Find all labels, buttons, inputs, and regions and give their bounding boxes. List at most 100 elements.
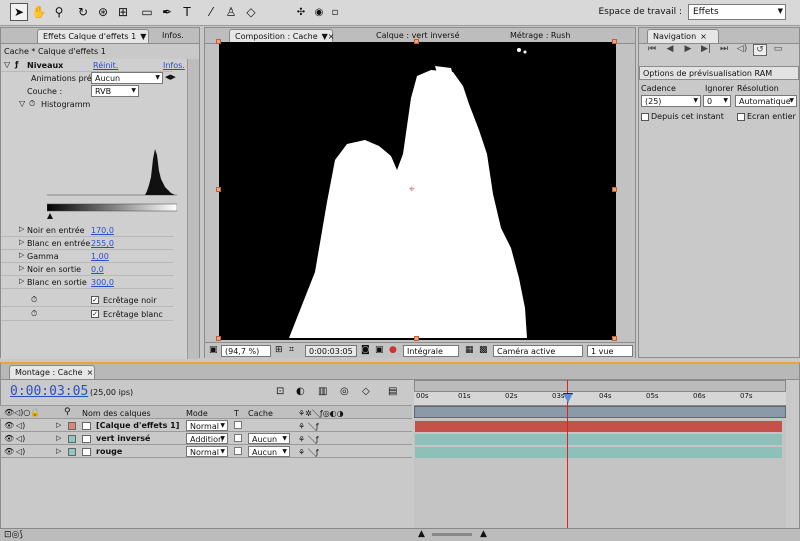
layer-duration-bar[interactable] <box>415 421 782 432</box>
close-icon[interactable]: × <box>700 32 707 41</box>
draft-3d-icon[interactable]: ▥ <box>318 386 327 397</box>
tab-footage[interactable]: Métrage : Rush <box>505 29 575 43</box>
camera-select[interactable]: Caméra active <box>493 345 583 357</box>
preset-nav-icon[interactable]: ◀▶ <box>165 73 176 81</box>
timeline-timecode[interactable]: 0:00:03:05 <box>10 384 88 399</box>
pan-behind-icon[interactable]: ⊞ <box>114 3 132 21</box>
brainstorm-icon[interactable]: ◇ <box>362 386 370 397</box>
from-current-checkbox[interactable]: Depuis cet instant <box>641 112 724 121</box>
grid-icon[interactable]: ⊞ <box>275 345 283 355</box>
param-value[interactable]: 170,0 <box>91 226 114 235</box>
effects-scrollbar[interactable] <box>187 59 199 359</box>
layer-name[interactable]: vert inversé <box>96 434 150 443</box>
resolution-select[interactable]: Intégrale <box>403 345 459 357</box>
preserve-transparency-checkbox[interactable] <box>234 421 242 429</box>
col-layer-name[interactable]: Nom des calques <box>82 409 151 418</box>
param-value[interactable]: 1,00 <box>91 252 109 261</box>
channel-select[interactable]: RVB <box>91 85 139 97</box>
layer-handle[interactable] <box>414 39 419 44</box>
layer-handle[interactable] <box>612 39 617 44</box>
layer-row[interactable]: 👁◁) ▷ vert inversé Addition Aucun ⚘ ＼ƒ <box>0 433 412 445</box>
expand-triangle-icon[interactable]: ▷ <box>56 421 61 429</box>
param-value[interactable]: 0,0 <box>91 265 104 274</box>
expand-triangle-icon[interactable]: ▷ <box>19 225 24 233</box>
layer-handle[interactable] <box>216 336 221 341</box>
tab-info[interactable]: Infos. <box>157 29 189 43</box>
layer-row[interactable]: 👁◁) ▷ rouge Normal Aucun ⚘ ＼ƒ <box>0 446 412 458</box>
safe-zones-icon[interactable]: ⌗ <box>289 345 294 355</box>
layer-duration-bar[interactable] <box>415 434 782 445</box>
expand-triangle-icon[interactable]: ▷ <box>19 264 24 272</box>
layer-mode-select[interactable]: Addition <box>186 433 228 444</box>
camera-snapshot-icon[interactable]: ◙ <box>361 345 370 355</box>
ram-preview-options[interactable]: Options de prévisualisation RAM <box>639 66 799 80</box>
audio-icon[interactable]: ◁) <box>16 447 25 456</box>
prev-frame-icon[interactable]: ◀ <box>663 44 677 56</box>
tab-menu-icon[interactable]: ▼ <box>140 32 146 41</box>
views-select[interactable]: 1 vue <box>587 345 633 357</box>
audio-icon[interactable]: ◁) <box>16 434 25 443</box>
tab-composition[interactable]: Composition : Cache ▼× <box>229 29 335 43</box>
visibility-icon[interactable]: 👁 <box>4 434 14 443</box>
comp-canvas[interactable]: ⌖ <box>216 39 617 341</box>
preserve-transparency-checkbox[interactable] <box>234 434 242 442</box>
play-icon[interactable]: ▶ <box>681 44 695 56</box>
zoom-slider[interactable] <box>432 533 472 536</box>
show-channel-icon[interactable]: ▣ <box>375 345 384 355</box>
histogram-graph[interactable] <box>47 141 177 221</box>
infos-link[interactable]: Infos. <box>163 61 185 70</box>
layer-row[interactable]: 👁◁) ▷ [Calque d'effets 1] Normal ⚘ ＼ƒ <box>0 420 412 432</box>
layer-switches-icon[interactable]: ⚘ ＼ƒ <box>298 421 319 432</box>
pen-icon[interactable]: ✒ <box>158 3 176 21</box>
zoom-icon[interactable]: ⚲ <box>50 3 68 21</box>
color-channel-icon[interactable]: ● <box>389 345 397 355</box>
live-update-icon[interactable]: ◐ <box>296 386 305 397</box>
layer-handle[interactable] <box>216 187 221 192</box>
layer-cache-select[interactable]: Aucun <box>248 446 290 457</box>
resolution-select[interactable]: Automatique <box>735 95 797 107</box>
clip-black-checkbox[interactable]: ✓ <box>91 295 101 304</box>
transparency-grid-icon[interactable]: ▩ <box>479 345 488 355</box>
fx-icon[interactable]: ƒ <box>15 60 18 69</box>
layer-duration-bar[interactable] <box>415 447 782 458</box>
stopwatch-icon[interactable]: ⏱ <box>31 309 37 319</box>
audio-icon[interactable]: ◁) <box>16 421 25 430</box>
time-ruler[interactable]: 00s 01s 02s 03s 04s 05s 06s 07s <box>414 392 786 406</box>
layer-handle[interactable] <box>414 336 419 341</box>
comp-navigator-bar[interactable] <box>414 406 786 418</box>
reset-link[interactable]: Réinit. <box>93 61 118 70</box>
histogram-triangle-icon[interactable]: ▽ <box>19 99 25 108</box>
full-screen-checkbox[interactable]: Ecran entier <box>737 112 796 121</box>
anchor-point-icon[interactable]: ⌖ <box>409 184 415 195</box>
tab-navigation[interactable]: Navigation × <box>647 29 719 43</box>
comp-mini-flowchart-icon[interactable]: ⊡ <box>276 386 284 397</box>
zoom-out-icon[interactable]: ▲ <box>418 529 425 539</box>
layer-name[interactable]: [Calque d'effets 1] <box>96 421 179 430</box>
next-frame-icon[interactable]: ▶| <box>699 44 713 56</box>
expand-triangle-icon[interactable]: ▽ <box>4 60 10 69</box>
clip-white-checkbox[interactable]: ✓ <box>91 309 101 318</box>
first-frame-icon[interactable]: ⏮ <box>645 44 659 56</box>
layer-switches-icon[interactable]: ⚘ ＼ƒ <box>298 434 319 445</box>
stopwatch-icon[interactable]: ⏱ <box>29 99 35 109</box>
layer-handle[interactable] <box>216 39 221 44</box>
layer-color-swatch[interactable] <box>68 422 76 430</box>
layer-name[interactable]: rouge <box>96 447 122 456</box>
brush-icon[interactable]: ⁄ <box>202 3 220 21</box>
preserve-transparency-checkbox[interactable] <box>234 447 242 455</box>
eraser-icon[interactable]: ◇ <box>242 3 260 21</box>
expand-triangle-icon[interactable]: ▷ <box>56 447 61 455</box>
visibility-icon[interactable]: 👁 <box>4 421 14 430</box>
skip-select[interactable]: 0 <box>703 95 731 107</box>
zoom-in-icon[interactable]: ▲ <box>480 529 487 539</box>
rotate-icon[interactable]: ↻ <box>74 3 92 21</box>
close-icon[interactable]: ▼× <box>322 32 335 41</box>
layer-color-swatch[interactable] <box>68 448 76 456</box>
orbit-camera-icon[interactable]: ⊛ <box>94 3 112 21</box>
cadence-select[interactable]: (25) <box>641 95 701 107</box>
graph-editor-icon[interactable]: ▤ <box>388 386 397 397</box>
expand-triangle-icon[interactable]: ▷ <box>19 251 24 259</box>
audio-icon[interactable]: ◁) <box>735 44 749 56</box>
layer-mode-select[interactable]: Normal <box>186 446 228 457</box>
tab-effects[interactable]: Effets Calque d'effets 1 ▼ <box>37 29 149 43</box>
